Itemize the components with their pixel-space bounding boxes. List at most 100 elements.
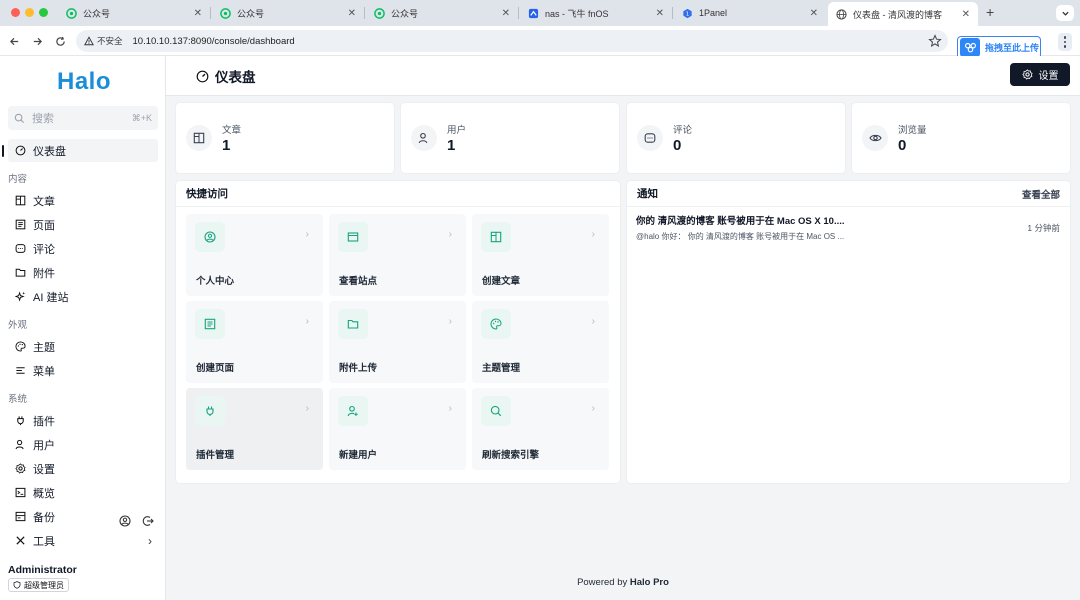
reload-button[interactable] bbox=[53, 34, 67, 48]
insecure-label: 不安全 bbox=[97, 36, 123, 46]
comment-icon bbox=[14, 243, 26, 255]
tab-title: 公众号 bbox=[83, 8, 111, 19]
search-icon bbox=[481, 396, 511, 426]
close-icon[interactable]: ✕ bbox=[962, 9, 970, 20]
cloud-upload-icon bbox=[960, 38, 980, 57]
sparkle-icon bbox=[14, 291, 26, 303]
close-icon[interactable]: ✕ bbox=[810, 8, 818, 19]
sidebar-item-label: 文章 bbox=[33, 195, 55, 208]
new-tab-button[interactable]: + bbox=[986, 4, 994, 20]
quick-access-label: 创建文章 bbox=[482, 276, 521, 287]
close-icon[interactable]: ✕ bbox=[194, 8, 202, 19]
notifications-header: 通知 查看全部 bbox=[627, 181, 1070, 207]
sidebar-item-dashboard[interactable]: 仪表盘 bbox=[8, 139, 158, 162]
search-input[interactable]: 搜索 ⌘+K bbox=[8, 106, 158, 130]
sidebar-item-menus[interactable]: 菜单 bbox=[8, 359, 158, 382]
chevron-right-icon: › bbox=[591, 403, 595, 414]
browser-menu-button[interactable] bbox=[1058, 33, 1072, 51]
terminal-icon bbox=[14, 487, 26, 499]
quick-access-create-post[interactable]: › 创建文章 bbox=[472, 214, 609, 296]
close-icon[interactable]: ✕ bbox=[348, 8, 356, 19]
profile-button[interactable] bbox=[118, 514, 131, 527]
sidebar-item-settings[interactable]: 设置 bbox=[8, 457, 158, 480]
dashboard-icon bbox=[196, 70, 209, 83]
browser-toolbar: 不安全 10.10.10.137:8090/console/dashboard bbox=[0, 26, 1080, 56]
quick-access-label: 刷新搜索引擎 bbox=[482, 450, 540, 461]
quick-access-label: 新建用户 bbox=[339, 450, 378, 461]
chevron-right-icon: › bbox=[591, 229, 595, 240]
comment-icon bbox=[637, 125, 663, 151]
sidebar-item-label: 工具 bbox=[33, 535, 55, 548]
address-bar[interactable]: 不安全 10.10.10.137:8090/console/dashboard bbox=[76, 30, 948, 52]
browser-tab-5[interactable]: 1 1Panel ✕ bbox=[674, 2, 826, 24]
browser-icon bbox=[338, 222, 368, 252]
close-icon[interactable]: ✕ bbox=[502, 8, 510, 19]
footer-brand[interactable]: Halo Pro bbox=[630, 577, 669, 588]
sidebar-item-attachments[interactable]: 附件 bbox=[8, 261, 158, 284]
view-all-link[interactable]: 查看全部 bbox=[1022, 187, 1060, 201]
quick-access-label: 创建页面 bbox=[196, 363, 235, 374]
sidebar-item-label: 用户 bbox=[33, 439, 55, 452]
forward-button[interactable] bbox=[30, 34, 44, 48]
window-close-button[interactable] bbox=[11, 8, 20, 17]
chevron-right-icon: › bbox=[305, 316, 309, 327]
notification-desc: @halo 你好： 你的 清风渡的博客 账号被用于在 Mac OS ... bbox=[636, 232, 845, 241]
browser-tab-1[interactable]: 公众号 ✕ bbox=[58, 2, 210, 24]
sidebar-item-overview[interactable]: 概览 bbox=[8, 481, 158, 504]
page-title-text: 仪表盘 bbox=[215, 70, 256, 85]
back-button[interactable] bbox=[7, 34, 21, 48]
quick-access-theme-management[interactable]: › 主题管理 bbox=[472, 301, 609, 383]
tab-search-button[interactable] bbox=[1056, 5, 1074, 21]
notification-item[interactable]: 你的 清风渡的博客 账号被用于在 Mac OS X 10.... @halo 你… bbox=[636, 213, 1066, 242]
sidebar-item-themes[interactable]: 主题 bbox=[8, 335, 158, 358]
eye-icon bbox=[862, 125, 888, 151]
post-icon bbox=[14, 195, 26, 207]
chevron-right-icon: › bbox=[305, 229, 309, 240]
site-info-button[interactable]: 不安全 bbox=[84, 35, 123, 47]
browser-tab-2[interactable]: 公众号 ✕ bbox=[212, 2, 364, 24]
sidebar-item-label: 页面 bbox=[33, 219, 55, 232]
sidebar-item-label: 概览 bbox=[33, 487, 55, 500]
bookmark-star-icon[interactable] bbox=[928, 34, 942, 48]
quick-access-profile[interactable]: › 个人中心 bbox=[186, 214, 323, 296]
upload-extension-label: 拖拽至此上传 bbox=[985, 43, 1040, 53]
user-icon bbox=[411, 125, 437, 151]
sidebar-item-label: 备份 bbox=[33, 511, 55, 524]
sidebar-item-plugins[interactable]: 插件 bbox=[8, 409, 158, 432]
panel-title: 快捷访问 bbox=[186, 188, 228, 200]
sidebar-item-tools[interactable]: 工具 › bbox=[8, 529, 158, 552]
quick-access-plugin-management[interactable]: › 插件管理 bbox=[186, 388, 323, 470]
footer: Powered by Halo Pro bbox=[166, 577, 1080, 588]
tab-title: nas - 飞牛 fnOS bbox=[545, 8, 609, 19]
sidebar-item-backup[interactable]: 备份 bbox=[8, 505, 158, 528]
quick-access-upload-attachment[interactable]: › 附件上传 bbox=[329, 301, 466, 383]
quick-access-refresh-search-engine[interactable]: › 刷新搜索引擎 bbox=[472, 388, 609, 470]
sidebar-item-ai-site[interactable]: AI 建站 bbox=[8, 285, 158, 308]
folder-icon bbox=[338, 309, 368, 339]
post-icon bbox=[186, 125, 212, 151]
role-label: 超级管理员 bbox=[24, 580, 64, 590]
sidebar-item-label: 插件 bbox=[33, 415, 55, 428]
globe-icon bbox=[836, 8, 847, 20]
tab-title: 公众号 bbox=[237, 8, 265, 19]
browser-tab-6[interactable]: 仪表盘 - 清风渡的博客 ✕ bbox=[828, 2, 978, 26]
sidebar-item-pages[interactable]: 页面 bbox=[8, 213, 158, 236]
window-minimize-button[interactable] bbox=[25, 8, 34, 17]
window-zoom-button[interactable] bbox=[39, 8, 48, 17]
quick-access-new-user[interactable]: › 新建用户 bbox=[329, 388, 466, 470]
warning-icon bbox=[84, 36, 94, 46]
dashboard-settings-button[interactable]: 设置 bbox=[1010, 63, 1070, 86]
browser-tab-4[interactable]: nas - 飞牛 fnOS ✕ bbox=[520, 2, 672, 24]
shield-icon bbox=[13, 581, 21, 589]
halo-logo[interactable]: Halo bbox=[57, 68, 111, 96]
close-icon[interactable]: ✕ bbox=[656, 8, 664, 19]
role-badge: 超级管理员 bbox=[8, 578, 69, 592]
logout-button[interactable] bbox=[141, 514, 154, 527]
plug-icon bbox=[14, 415, 26, 427]
sidebar-item-users[interactable]: 用户 bbox=[8, 433, 158, 456]
browser-tab-3[interactable]: 公众号 ✕ bbox=[366, 2, 518, 24]
sidebar-item-posts[interactable]: 文章 bbox=[8, 189, 158, 212]
quick-access-view-site[interactable]: › 查看站点 bbox=[329, 214, 466, 296]
sidebar-item-comments[interactable]: 评论 bbox=[8, 237, 158, 260]
quick-access-create-page[interactable]: › 创建页面 bbox=[186, 301, 323, 383]
